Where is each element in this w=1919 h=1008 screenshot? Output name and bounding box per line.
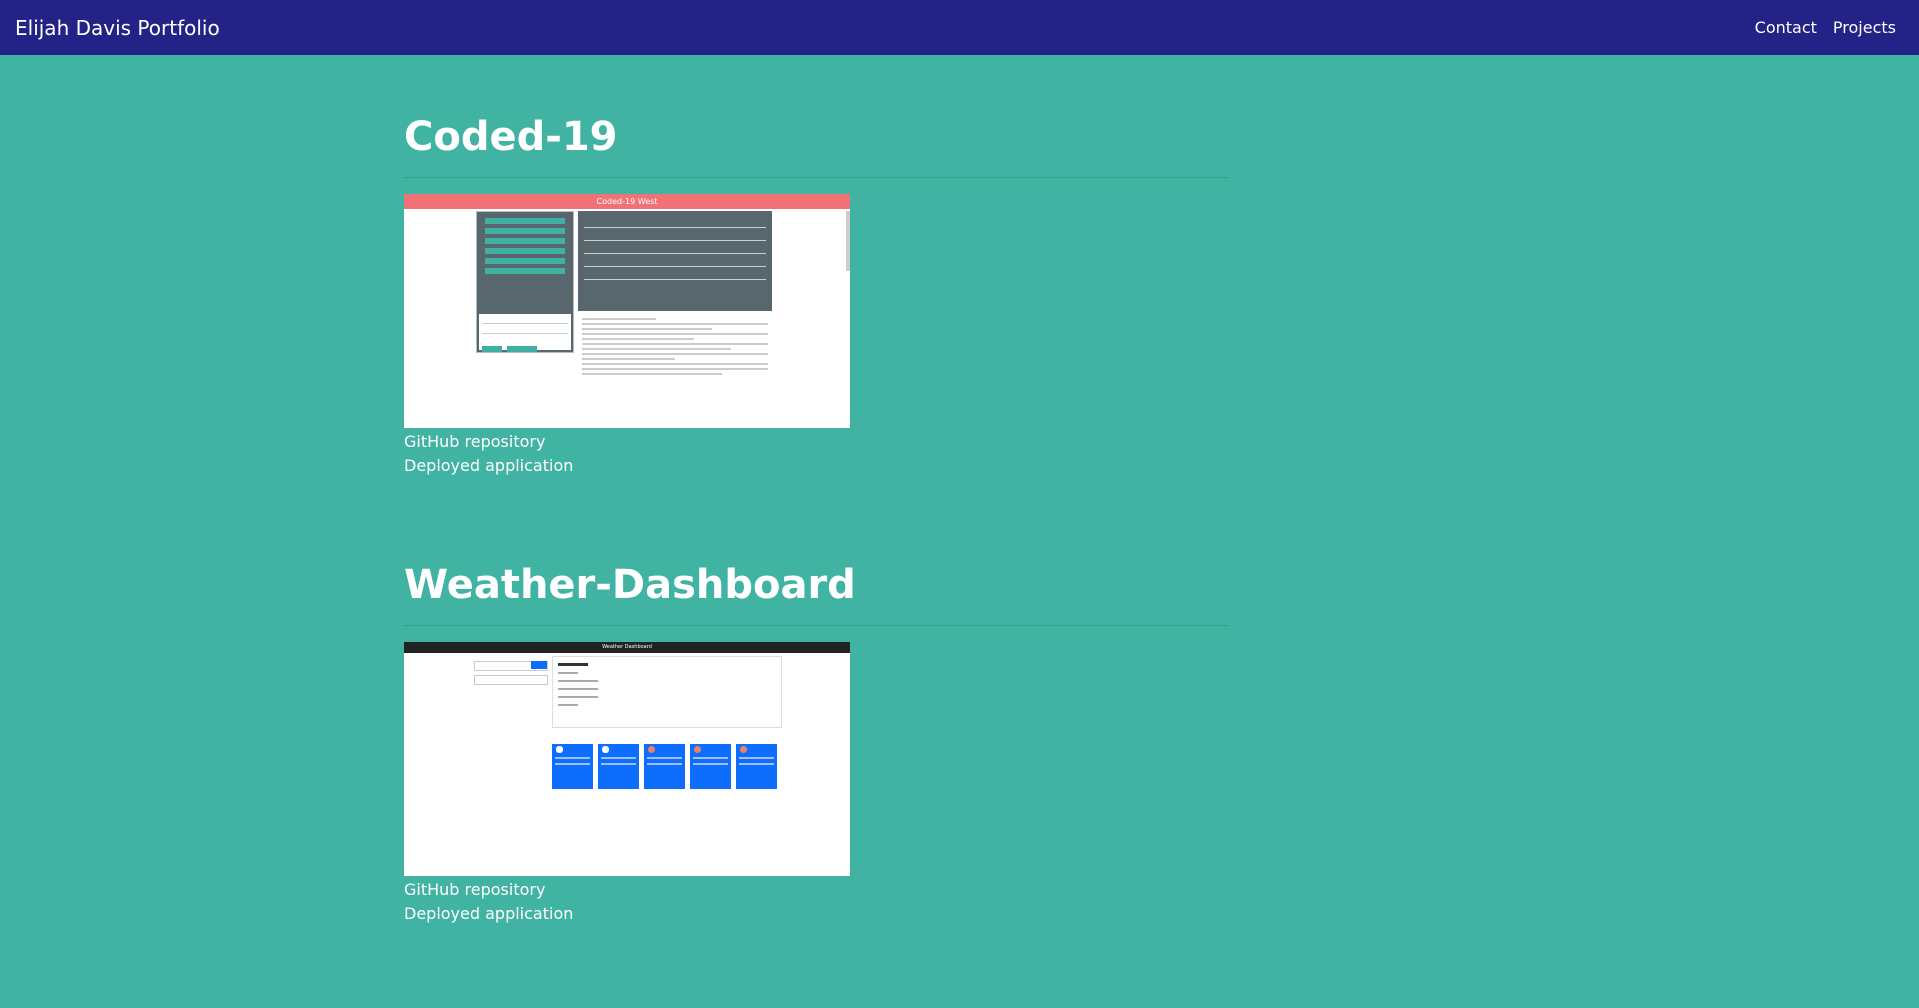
github-repository-link[interactable]: GitHub repository (404, 430, 1228, 454)
divider (404, 625, 1228, 626)
screenshot-form (479, 314, 571, 352)
screenshot-current-weather (552, 656, 782, 728)
github-repository-link[interactable]: GitHub repository (404, 878, 1228, 902)
brand-link[interactable]: Elijah Davis Portfolio (15, 16, 220, 40)
nav-contact-link[interactable]: Contact (1755, 18, 1817, 37)
project-coded-19: Coded-19 Coded-19 West GitHub repository… (404, 107, 1228, 478)
screenshot-forecast-cards (552, 744, 777, 789)
screenshot-header: Weather Dashboard (404, 642, 850, 653)
project-weather-dashboard: Weather-Dashboard Weather Dashboard GitH… (404, 555, 1228, 926)
project-links: GitHub repository Deployed application (404, 878, 1228, 926)
project-title: Coded-19 (404, 114, 618, 160)
screenshot-button-panel (476, 211, 574, 353)
project-links: GitHub repository Deployed application (404, 430, 1228, 478)
project-screenshot: Coded-19 West (404, 194, 850, 428)
nav-links: Contact Projects (1755, 18, 1896, 37)
navbar: Elijah Davis Portfolio Contact Projects (0, 0, 1919, 55)
screenshot-header: Coded-19 West (404, 194, 850, 209)
screenshot-search-sidebar (474, 658, 548, 685)
screenshot-stats-panel (578, 211, 772, 428)
project-screenshot: Weather Dashboard (404, 642, 850, 876)
screenshot-scrollbar (846, 211, 850, 271)
nav-projects-link[interactable]: Projects (1833, 18, 1896, 37)
deployed-application-link[interactable]: Deployed application (404, 902, 1228, 926)
divider (404, 177, 1228, 178)
deployed-application-link[interactable]: Deployed application (404, 454, 1228, 478)
screenshot-news-text (578, 311, 772, 382)
project-title: Weather-Dashboard (404, 562, 856, 608)
